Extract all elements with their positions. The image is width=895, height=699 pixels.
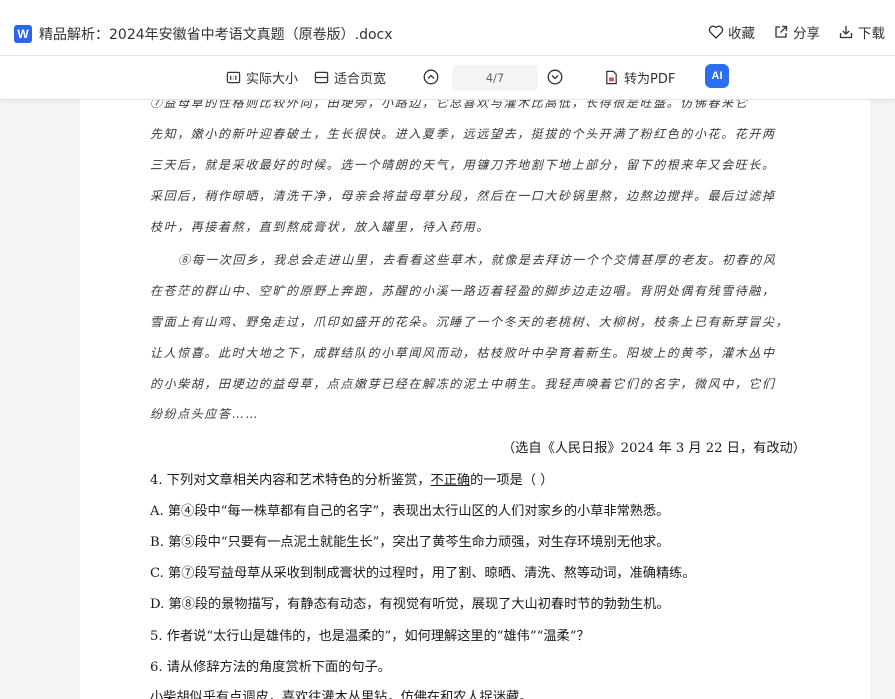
question-4-suffix: 的一项是（ ） (470, 473, 554, 488)
word-doc-icon: W (14, 25, 32, 43)
viewer-toolbar: 实际大小 适合页宽 4/7 转为PDF AI (0, 56, 895, 100)
option-a: A. 第④段中“每一株草都有自己的名字”，表现出太行山区的人们对家乡的小草非常熟… (150, 504, 670, 519)
download-button[interactable]: 下载 (838, 22, 885, 42)
option-c: C. 第⑦段写益母草从采收到制成膏状的过程时，用了割、晾晒、清洗、熬等动词，准确… (150, 566, 696, 581)
para8-line-3: 雪面上有山鸡、野兔走过，爪印如盛开的花朵。沉睡了一个冬天的老桃树、大柳树，枝条上… (150, 315, 790, 329)
para7-line-3: 三天后，就是采收最好的时候。选一个晴朗的天气，用镰刀齐地割下地上部分，留下的根来… (150, 158, 776, 172)
fit-width-button[interactable]: 适合页宽 (314, 68, 386, 87)
ai-assistant-button[interactable]: AI (705, 64, 729, 88)
question-4-emphasis: 不正确 (430, 473, 471, 488)
share-button[interactable]: 分享 (773, 22, 820, 42)
option-b: B. 第⑤段中“只要有一点泥土就能生长”，突出了黄芩生命力顽强，对生存环境别无他… (150, 535, 670, 550)
favorite-button[interactable]: 收藏 (708, 22, 755, 42)
convert-to-pdf-button[interactable]: 转为PDF (604, 68, 675, 87)
page-number-input[interactable]: 4/7 (452, 65, 538, 91)
question-6-quote: 小柴胡似乎有点调皮，喜欢往灌木丛里钻，仿佛在和农人捉迷藏。 (150, 690, 533, 699)
option-d: D. 第⑧段的景物描写，有静态有动态，有视觉有听觉，展现了大山初春时节的勃勃生机… (150, 597, 670, 612)
question-4-prefix: 4. 下列对文章相关内容和艺术特色的分析鉴赏， (150, 473, 431, 488)
para7-line-4: 采回后，稍作晾晒，清洗干净，母亲会将益母草分段，然后在一口大砂锅里熬，边熬边搅拌… (150, 189, 776, 203)
fit-width-label: 适合页宽 (334, 72, 387, 87)
title-bar: W 精品解析：2024年安徽省中考语文真题（原卷版）.docx 收藏 分享 下载 (0, 0, 895, 56)
para8-line-2: 在苍茫的群山中、空旷的原野上奔跑，苏醒的小溪一路迈着轻盈的脚步边走边唱。背阴处偶… (150, 284, 776, 298)
previous-page-icon[interactable] (423, 69, 439, 85)
document-title: 精品解析：2024年安徽省中考语文真题（原卷版）.docx (39, 27, 393, 43)
actual-size-label: 实际大小 (246, 72, 299, 87)
para8-line-5: 的小柴胡，田埂边的益母草，点点嫩芽已经在解冻的泥土中萌生。我轻声唤着它们的名字，… (150, 377, 776, 391)
question-5: 5. 作者说“太行山是雄伟的，也是温柔的”，如何理解这里的“雄伟”“温柔”？ (150, 629, 590, 644)
share-label: 分享 (793, 26, 820, 42)
heart-icon (708, 25, 724, 39)
para7-line-2: 先知，嫩小的新叶迎春破土，生长很快。进入夏季，远远望去，挺拔的个头开满了粉红色的… (150, 127, 776, 141)
favorite-label: 收藏 (728, 26, 755, 42)
question-4: 4. 下列对文章相关内容和艺术特色的分析鉴赏，不正确的一项是（ ） (150, 469, 553, 488)
para8-line-1: ⑧每一次回乡，我总会走进山里，去看看这些草木，就像是去拜访一个个交情甚厚的老友。… (178, 253, 777, 267)
document-page: ⑦益母草的性格则比较外向，田埂旁，小路边，它总喜欢与灌木比高低，长得很是旺盛。仿… (80, 100, 870, 699)
title-actions: 收藏 分享 下载 (708, 22, 885, 42)
source-citation: （选自《人民日报》2024 年 3 月 22 日，有改动） (502, 441, 806, 456)
download-icon (839, 26, 853, 39)
para7-line-1: ⑦益母草的性格则比较外向，田埂旁，小路边，它总喜欢与灌木比高低，长得很是旺盛。仿… (150, 100, 749, 110)
para8-line-4: 让人惊喜。此时大地之下，成群结队的小草闻风而动，枯枝败叶中孕育着新生。阳坡上的黄… (150, 346, 776, 360)
para7-line-5: 枝叶，再接着熬，直到熬成膏状，放入罐里，待入药用。 (150, 220, 491, 234)
next-page-icon[interactable] (547, 69, 563, 85)
question-6: 6. 请从修辞方法的角度赏析下面的句子。 (150, 660, 391, 675)
convert-to-pdf-label: 转为PDF (624, 72, 676, 87)
para8-line-6: 纷纷点头应答…… (150, 407, 259, 421)
fit-width-icon (314, 71, 329, 84)
download-label: 下载 (858, 26, 885, 42)
actual-size-icon (226, 71, 241, 84)
share-icon (775, 25, 788, 38)
pdf-icon (606, 70, 617, 85)
actual-size-button[interactable]: 实际大小 (226, 68, 298, 87)
